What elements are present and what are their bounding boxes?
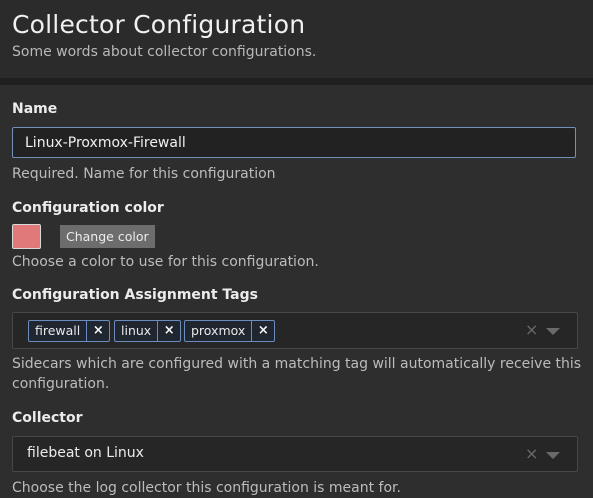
- chevron-down-icon[interactable]: [546, 328, 560, 335]
- page-title: Collector Configuration: [12, 10, 306, 39]
- collector-value: filebeat on Linux: [27, 445, 144, 461]
- page-header: Collector Configuration Some words about…: [0, 0, 593, 78]
- tags-help-text-line1: Sidecars which are configured with a mat…: [12, 356, 582, 372]
- clear-icon[interactable]: ×: [525, 446, 538, 462]
- tag-remove-icon[interactable]: ×: [87, 321, 109, 341]
- color-help-text: Choose a color to use for this configura…: [12, 254, 319, 270]
- tag-remove-icon[interactable]: ×: [252, 321, 274, 341]
- chevron-down-icon[interactable]: [546, 452, 560, 459]
- tags-label: Configuration Assignment Tags: [12, 287, 258, 303]
- tag-proxmox: proxmox ×: [184, 320, 276, 342]
- collector-select[interactable]: filebeat on Linux ×: [12, 436, 578, 472]
- clear-icon[interactable]: ×: [525, 322, 538, 338]
- collector-help-text: Choose the log collector this configurat…: [12, 480, 401, 496]
- color-label: Configuration color: [12, 200, 164, 216]
- tag-label: linux: [115, 321, 159, 341]
- name-input[interactable]: [12, 127, 576, 158]
- tags-help-text-line2: configuration.: [12, 376, 110, 392]
- tags-select[interactable]: firewall × linux × proxmox × ×: [12, 312, 578, 349]
- tag-label: proxmox: [185, 321, 253, 341]
- tag-remove-icon[interactable]: ×: [158, 321, 180, 341]
- name-help-text: Required. Name for this configuration: [12, 166, 276, 182]
- tag-label: firewall: [29, 321, 88, 341]
- tag-linux: linux ×: [114, 320, 182, 342]
- change-color-button[interactable]: Change color: [60, 225, 155, 248]
- page-subtitle: Some words about collector configuration…: [12, 44, 317, 60]
- color-swatch[interactable]: [12, 224, 41, 249]
- header-divider: [0, 78, 593, 85]
- collector-label: Collector: [12, 410, 83, 426]
- configuration-form: Name Required. Name for this configurati…: [0, 85, 593, 498]
- name-label: Name: [12, 101, 58, 117]
- tag-firewall: firewall ×: [28, 320, 111, 342]
